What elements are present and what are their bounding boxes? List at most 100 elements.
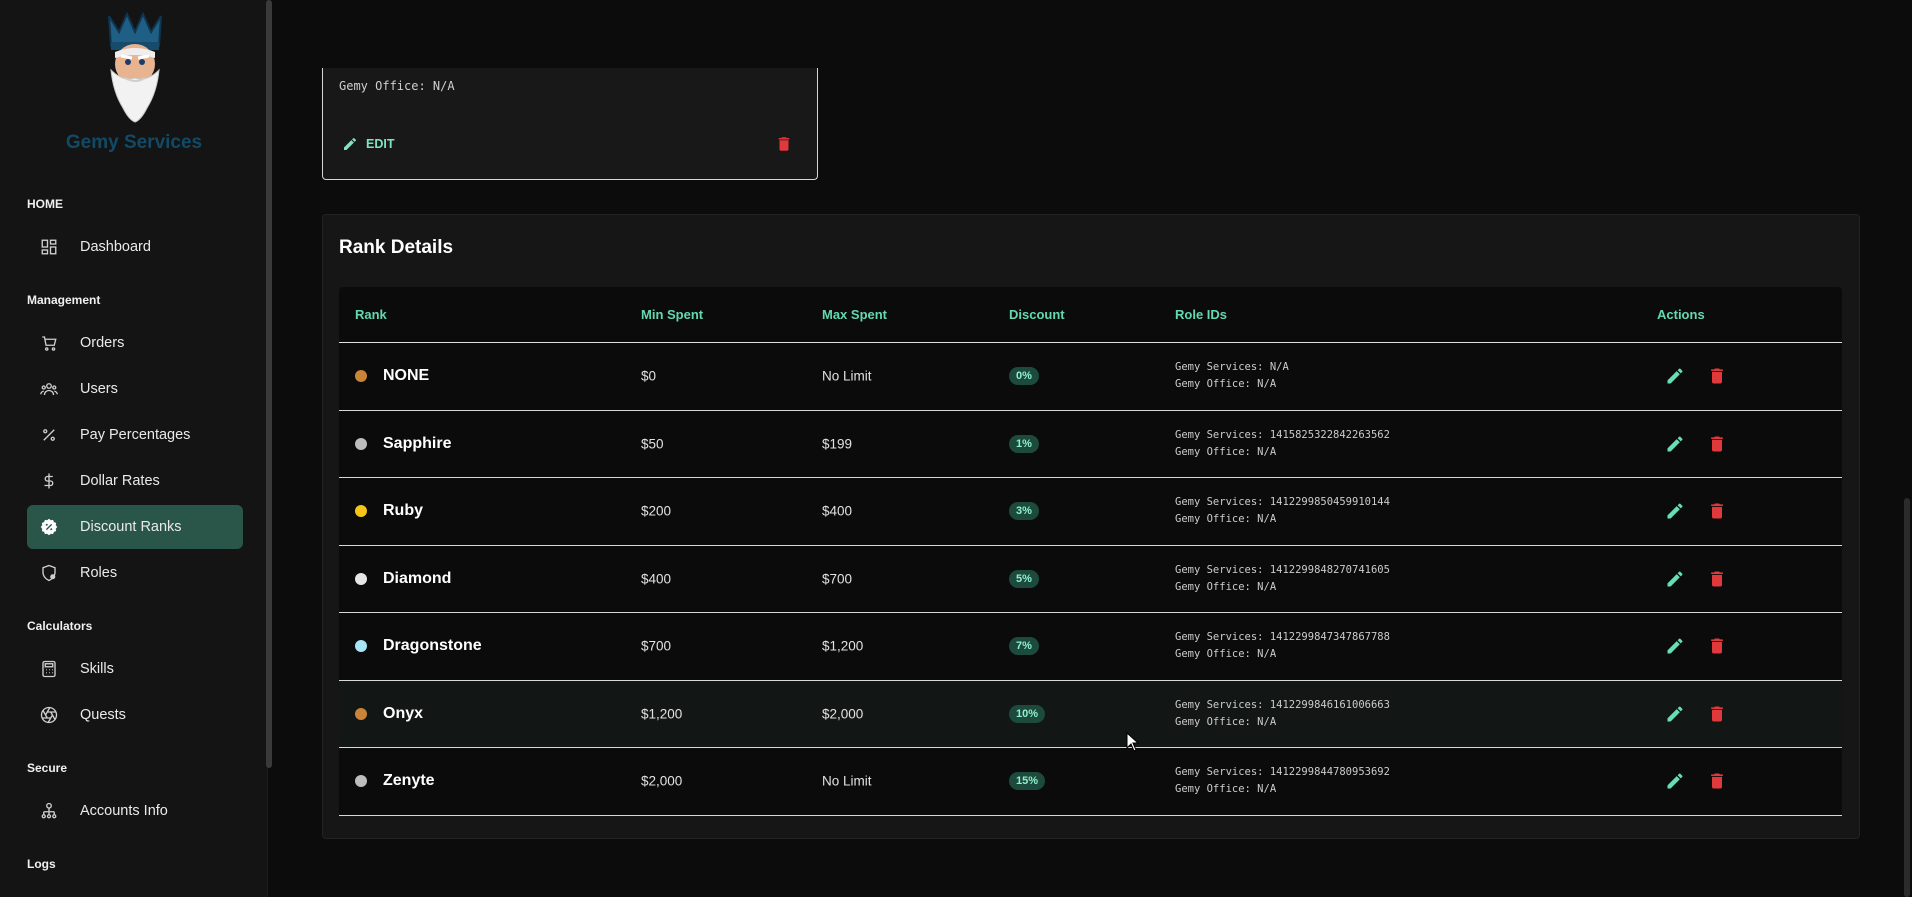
max-spent: $400	[822, 503, 853, 519]
services-role-id: Gemy Services: 1412299846161006663	[1175, 698, 1390, 711]
rank-color-dot	[355, 707, 367, 720]
sidebar-item-label: Orders	[80, 335, 125, 351]
max-spent: $2,000	[822, 706, 864, 722]
discount-badge-icon	[39, 517, 59, 537]
rank-color-dot	[355, 775, 367, 788]
table-row: Diamond $400 $700 5% Gemy Services: 14122998…	[339, 546, 1842, 613]
sidebar-item-label: Accounts Info	[80, 803, 168, 819]
edit-pencil-icon[interactable]	[1665, 434, 1685, 454]
rank-name: NONE	[383, 367, 430, 385]
trash-icon[interactable]	[775, 135, 793, 153]
calculator-icon	[39, 659, 59, 679]
role-ids: Gemy Services: N/A Gemy Office: N/A	[1175, 359, 1289, 393]
sidebar-item-dollar-rates[interactable]: Dollar Rates	[27, 459, 243, 503]
sidebar-item-label: Users	[80, 381, 118, 397]
edit-pencil-icon[interactable]	[1665, 771, 1685, 791]
col-max-spent: Max Spent	[822, 307, 888, 322]
office-role-id: Gemy Office: N/A	[1175, 783, 1277, 796]
edit-pencil-icon[interactable]	[1665, 366, 1685, 386]
discount-badge: 15%	[1009, 772, 1046, 791]
sidebar-item-orders[interactable]: Orders	[27, 321, 243, 365]
section-calculators: Calculators	[27, 619, 93, 633]
rank-color-dot	[355, 572, 367, 585]
table-row: Zenyte $2,000 No Limit 15% Gemy Services: 14…	[339, 748, 1842, 816]
services-role-id: Gemy Services: 1415825322842263562	[1175, 428, 1390, 441]
edit-pencil-icon[interactable]	[1665, 501, 1685, 521]
services-role-id: Gemy Services: 1412299848270741605	[1175, 563, 1390, 576]
sidebar-item-roles[interactable]: Roles	[27, 551, 243, 595]
rank-summary-card: Gemy Office: N/A EDIT	[322, 68, 818, 180]
min-spent: $700	[641, 638, 672, 654]
sidebar-item-skills[interactable]: Skills	[27, 647, 243, 691]
delete-trash-icon[interactable]	[1707, 771, 1727, 791]
edit-pencil-icon[interactable]	[1665, 704, 1685, 724]
section-home: HOME	[27, 197, 63, 211]
delete-trash-icon[interactable]	[1707, 569, 1727, 589]
max-spent: $199	[822, 436, 853, 452]
sidebar-item-discount-ranks[interactable]: Discount Ranks	[27, 505, 243, 549]
section-logs: Logs	[27, 857, 56, 871]
max-spent: $700	[822, 571, 853, 587]
sidebar-item-dashboard[interactable]: Dashboard	[27, 225, 243, 269]
delete-trash-icon[interactable]	[1707, 636, 1727, 656]
rank-table: Rank Min Spent Max Spent Discount Role I…	[339, 287, 1842, 816]
office-role-id: Gemy Office: N/A	[1175, 715, 1277, 728]
discount-badge: 1%	[1009, 434, 1039, 453]
min-spent: $50	[641, 436, 664, 452]
sidebar-item-label: Quests	[80, 707, 126, 723]
rank-color-dot	[355, 437, 367, 450]
services-role-id: Gemy Services: N/A	[1175, 361, 1289, 374]
edit-pencil-icon[interactable]	[1665, 569, 1685, 589]
panel-title: Rank Details	[339, 237, 454, 258]
office-role-id: Gemy Office: N/A	[1175, 513, 1277, 526]
edit-label: EDIT	[366, 137, 395, 151]
col-role-ids: Role IDs	[1175, 307, 1228, 322]
col-min-spent: Min Spent	[641, 307, 704, 322]
table-row: Dragonstone $700 $1,200 7% Gemy Services: 14…	[339, 613, 1842, 681]
rank-name: Sapphire	[383, 434, 452, 452]
sidebar-item-users[interactable]: Users	[27, 367, 243, 411]
role-ids: Gemy Services: 1412299850459910144 Gemy O…	[1175, 494, 1390, 528]
min-spent: $1,200	[641, 706, 683, 722]
delete-trash-icon[interactable]	[1707, 704, 1727, 724]
rank-name: Onyx	[383, 704, 424, 722]
brand-name: Gemy Services	[65, 132, 203, 153]
sidebar-item-label: Pay Percentages	[80, 427, 191, 443]
table-row: Onyx $1,200 $2,000 10% Gemy Services: 141229…	[339, 680, 1842, 748]
delete-trash-icon[interactable]	[1707, 434, 1727, 454]
aperture-icon	[39, 705, 59, 725]
rank-name: Diamond	[383, 569, 452, 587]
delete-trash-icon[interactable]	[1707, 501, 1727, 521]
sidebar-item-accounts-info[interactable]: Accounts Info	[27, 789, 243, 833]
office-role-id: Gemy Office: N/A	[1175, 378, 1277, 391]
sidebar-item-quests[interactable]: Quests	[27, 693, 243, 737]
sidebar-item-label: Skills	[80, 661, 114, 677]
edit-pencil-icon[interactable]	[1665, 636, 1685, 656]
rank-name: Zenyte	[383, 772, 435, 790]
services-role-id: Gemy Services: 1412299844780953692	[1175, 766, 1390, 779]
sidebar-scrollbar[interactable]	[266, 0, 272, 768]
col-discount: Discount	[1009, 307, 1065, 322]
col-actions: Actions	[1657, 307, 1705, 322]
discount-badge: 3%	[1009, 502, 1039, 521]
delete-trash-icon[interactable]	[1707, 366, 1727, 386]
rank-color-dot	[355, 370, 367, 383]
min-spent: $2,000	[641, 773, 683, 789]
users-icon	[39, 379, 59, 399]
office-role-id: Gemy Office: N/A	[1175, 580, 1277, 593]
discount-badge: 5%	[1009, 569, 1039, 588]
role-ids: Gemy Services: 1412299844780953692 Gemy O…	[1175, 764, 1390, 798]
percent-icon	[39, 425, 59, 445]
discount-badge: 7%	[1009, 637, 1039, 656]
rank-color-dot	[355, 505, 367, 518]
max-spent: $1,200	[822, 638, 864, 654]
edit-button[interactable]: EDIT	[342, 136, 394, 152]
table-row: Ruby $200 $400 3% Gemy Services: 14122998504…	[339, 478, 1842, 546]
sidebar-item-pay-percentages[interactable]: Pay Percentages	[27, 413, 243, 457]
page-scrollbar[interactable]	[1904, 498, 1910, 897]
sidebar-item-label: Dollar Rates	[80, 473, 160, 489]
sidebar-item-label: Dashboard	[80, 239, 151, 255]
role-ids: Gemy Services: 1415825322842263562 Gemy O…	[1175, 427, 1390, 461]
role-ids: Gemy Services: 1412299847347867788 Gemy O…	[1175, 629, 1390, 663]
table-header: Rank Min Spent Max Spent Discount Role I…	[339, 287, 1842, 343]
